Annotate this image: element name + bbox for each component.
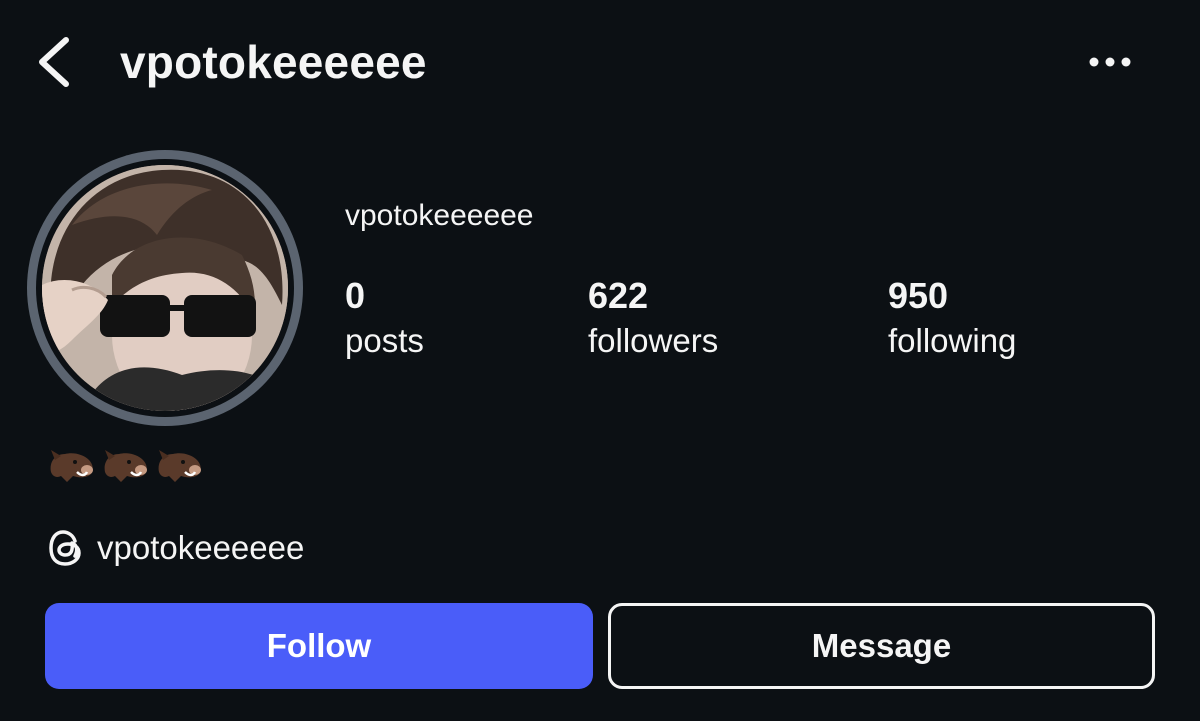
chevron-left-icon (39, 37, 69, 87)
threads-handle: vpotokeeeeee (97, 529, 305, 566)
posts-count: 0 (345, 275, 366, 316)
follow-button[interactable]: Follow (45, 603, 593, 689)
profile-screen: vpotokeeeeee vpotokeeeeee 0 posts 622 fo… (0, 0, 1200, 721)
followers-stat[interactable]: 622 followers (588, 272, 718, 362)
top-bar: vpotokeeeeee (0, 0, 1200, 130)
bio (47, 442, 203, 488)
more-options-button[interactable] (1080, 44, 1140, 80)
boar-emoji (155, 442, 203, 486)
message-button[interactable]: Message (608, 603, 1155, 689)
header-username: vpotokeeeeee (120, 36, 427, 88)
posts-label: posts (345, 322, 424, 359)
threads-icon (47, 528, 85, 568)
threads-link[interactable]: vpotokeeeeee (47, 525, 304, 571)
followers-count: 622 (588, 275, 649, 316)
following-stat[interactable]: 950 following (888, 272, 1016, 362)
posts-stat: 0 posts (345, 272, 424, 362)
boar-emoji (101, 442, 149, 486)
profile-photo (42, 165, 288, 411)
following-label: following (888, 322, 1017, 359)
boar-emoji (47, 442, 95, 486)
followers-label: followers (588, 322, 719, 359)
profile-display-name: vpotokeeeeee (345, 199, 534, 232)
back-button[interactable] (30, 30, 80, 94)
more-horizontal-icon (1089, 57, 1131, 67)
following-count: 950 (888, 275, 949, 316)
avatar-ring[interactable] (27, 150, 303, 426)
avatar (42, 165, 288, 411)
